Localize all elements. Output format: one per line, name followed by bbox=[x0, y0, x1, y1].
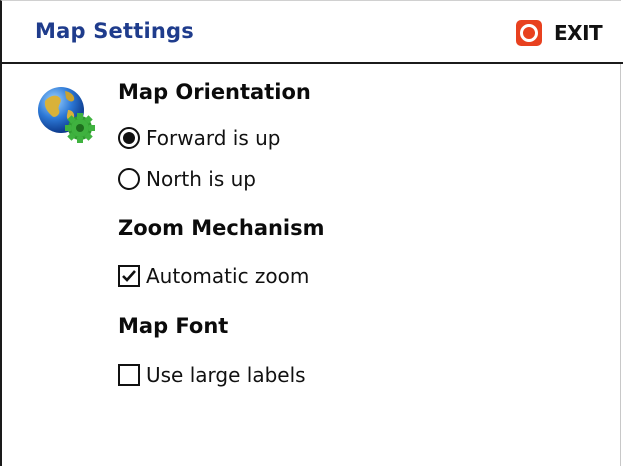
app-window: Map Settings EXIT Map Orientation Forwar… bbox=[0, 0, 623, 466]
north-is-up-label: North is up bbox=[146, 167, 256, 191]
checkbox-unchecked[interactable] bbox=[118, 364, 140, 386]
forward-is-up-radio[interactable]: Forward is up bbox=[118, 126, 281, 150]
use-large-labels-label: Use large labels bbox=[146, 363, 306, 387]
checkmark-icon bbox=[122, 270, 136, 282]
checkbox-checked[interactable] bbox=[118, 265, 140, 287]
automatic-zoom-checkbox[interactable]: Automatic zoom bbox=[118, 264, 309, 288]
zoom-mechanism-heading: Zoom Mechanism bbox=[118, 216, 325, 240]
title-bar: Map Settings EXIT bbox=[2, 1, 623, 64]
use-large-labels-checkbox[interactable]: Use large labels bbox=[118, 363, 306, 387]
exit-button[interactable]: EXIT bbox=[516, 20, 603, 46]
globe-gear-icon bbox=[38, 87, 95, 143]
automatic-zoom-label: Automatic zoom bbox=[146, 264, 310, 288]
radio-selected[interactable] bbox=[118, 127, 140, 149]
map-orientation-heading: Map Orientation bbox=[118, 80, 311, 104]
exit-label: EXIT bbox=[554, 21, 603, 45]
forward-is-up-label: Forward is up bbox=[146, 126, 281, 150]
stop-icon[interactable] bbox=[516, 20, 542, 46]
map-font-heading: Map Font bbox=[118, 314, 229, 338]
page-title: Map Settings bbox=[35, 19, 194, 43]
north-is-up-radio[interactable]: North is up bbox=[118, 167, 256, 191]
radio-unselected[interactable] bbox=[118, 168, 140, 190]
